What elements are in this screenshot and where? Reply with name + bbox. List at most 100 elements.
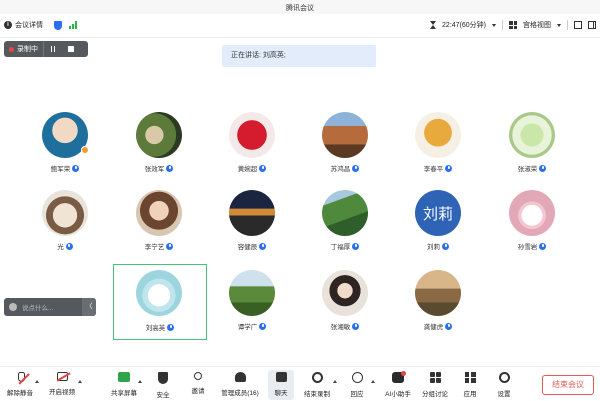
participant-tile[interactable]: 苏鸿昌 <box>298 100 392 176</box>
recording-options-caret-icon[interactable] <box>333 380 337 383</box>
chat-icon <box>275 372 287 382</box>
participant-name: 李宁艺 <box>144 244 165 251</box>
participant-tile[interactable]: 鲍军荣 <box>18 100 112 176</box>
recording-dot-icon <box>9 46 14 52</box>
pause-recording-button[interactable] <box>44 41 62 57</box>
host-badge-icon <box>81 146 89 154</box>
emoji-icon[interactable] <box>9 303 17 311</box>
participant-tile[interactable]: 刘莉 刘莉 <box>391 178 485 254</box>
mic-icon <box>65 242 73 250</box>
meeting-topbar: i 会议详情 22:47(60分钟) 宫格视图 <box>0 14 600 38</box>
stop-recording-button[interactable] <box>62 41 80 57</box>
chat-placeholder[interactable]: 说点什么... <box>22 302 82 312</box>
avatar-initials: 刘莉 <box>422 205 453 223</box>
participant-tile[interactable]: 李春平 <box>391 100 485 176</box>
participant-tile[interactable]: 容健辰 <box>205 178 299 254</box>
mic-icon <box>259 242 267 250</box>
participant-tile[interactable]: 丁福厚 <box>298 178 392 254</box>
security-label: 安全 <box>156 392 170 399</box>
breakout-label: 分组讨论 <box>422 391 448 398</box>
network-signal-icon[interactable] <box>69 21 77 29</box>
participant-tile[interactable]: 张湘敏 <box>298 258 392 334</box>
mic-icon <box>539 164 547 172</box>
react-options-caret-icon[interactable] <box>371 380 375 383</box>
invite-button[interactable]: 邀请 <box>186 370 210 400</box>
avatar <box>136 270 182 316</box>
settings-button[interactable]: 设置 <box>492 370 516 400</box>
participant-tile[interactable]: 李宁艺 <box>112 178 206 254</box>
mic-icon <box>539 242 547 250</box>
avatar <box>229 112 275 158</box>
participant-name: 龚健虎 <box>423 324 444 331</box>
participant-name: 刘莉 <box>427 244 440 251</box>
avatar <box>322 270 368 316</box>
invite-icon <box>194 372 202 380</box>
participant-name: 张湘敏 <box>330 324 351 331</box>
mic-icon <box>259 164 267 172</box>
record-icon <box>311 372 323 383</box>
avatar <box>415 270 461 316</box>
participant-tile[interactable]: 谭学广 <box>205 258 299 334</box>
end-recording-button[interactable]: 结束录制 <box>301 370 333 400</box>
mic-icon <box>352 164 360 172</box>
window-titlebar: 腾讯会议 <box>0 0 600 14</box>
participant-tile[interactable]: 黄婉超 <box>205 100 299 176</box>
participant-name: 容健辰 <box>237 244 258 251</box>
view-mode-label[interactable]: 宫格视图 <box>523 20 551 30</box>
ai-assistant-icon <box>392 371 406 383</box>
topbar-right-controls: 22:47(60分钟) 宫格视图 <box>430 20 596 30</box>
mic-icon <box>352 322 360 330</box>
security-button[interactable]: 安全 <box>151 370 175 400</box>
participant-tile-active-speaker[interactable]: 刘高英 <box>113 264 207 340</box>
participant-tile[interactable]: 张效军 <box>112 100 206 176</box>
video-options-caret-icon[interactable] <box>78 380 82 383</box>
collapse-chevron-icon[interactable]: 〈 <box>82 298 96 316</box>
app-title: 腾讯会议 <box>286 5 314 12</box>
participant-tile[interactable]: 张淑荣 <box>485 100 579 176</box>
mic-icon <box>442 242 449 250</box>
mic-icon <box>445 164 453 172</box>
breakout-icon <box>429 372 441 383</box>
manage-members-button[interactable]: 管理成员(16) <box>219 370 261 400</box>
chat-label: 聊天 <box>274 390 288 397</box>
participant-name: 鲍军荣 <box>50 166 71 173</box>
start-video-button[interactable]: 开启视频 <box>46 370 78 400</box>
share-options-caret-icon[interactable] <box>138 380 142 383</box>
fullscreen-icon[interactable] <box>574 21 582 29</box>
grid-view-icon <box>509 21 517 29</box>
avatar <box>136 190 182 236</box>
audio-options-caret-icon[interactable] <box>35 380 39 383</box>
meeting-time[interactable]: 22:47(60分钟) <box>442 20 486 30</box>
unmute-button[interactable]: 解除静音 <box>4 370 36 400</box>
share-screen-button[interactable]: 共享屏幕 <box>109 370 139 400</box>
active-speaker-banner: 正在讲话: 刘高英; <box>222 45 376 67</box>
divider <box>567 20 568 30</box>
react-button[interactable]: 回应 <box>346 370 368 400</box>
react-label: 回应 <box>350 391 364 398</box>
recording-status[interactable]: 录制中 <box>4 41 44 57</box>
participant-tile[interactable]: 光 <box>18 178 112 254</box>
participant-tile[interactable]: 孙雪岩 <box>485 178 579 254</box>
members-icon <box>234 372 246 382</box>
time-dropdown-caret-icon[interactable] <box>492 23 496 27</box>
security-shield-icon[interactable] <box>54 20 62 30</box>
meeting-info-button[interactable]: i 会议详情 <box>4 20 77 30</box>
chat-button[interactable]: 聊天 <box>268 370 294 400</box>
side-panel-icon[interactable] <box>588 21 596 29</box>
apps-button[interactable]: 应用 <box>458 370 482 400</box>
view-dropdown-caret-icon[interactable] <box>557 23 561 27</box>
breakout-rooms-button[interactable]: 分组讨论 <box>420 370 450 400</box>
members-label: 管理成员(16) <box>221 390 259 397</box>
participant-tile[interactable]: 龚健虎 <box>391 258 485 334</box>
participant-name: 苏鸿昌 <box>330 166 351 173</box>
avatar <box>42 190 88 236</box>
participant-name: 张淑荣 <box>517 166 538 173</box>
chat-quick-input[interactable]: 说点什么... 〈 <box>4 298 96 316</box>
hourglass-icon <box>430 21 437 29</box>
ai-assistant-button[interactable]: AI小助手 <box>383 370 413 400</box>
ai-assistant-label: AI小助手 <box>385 391 411 398</box>
smile-icon <box>351 372 363 383</box>
start-video-label: 开启视频 <box>49 389 75 396</box>
end-meeting-button[interactable]: 结束会议 <box>542 375 594 395</box>
participant-name: 黄婉超 <box>237 166 258 173</box>
